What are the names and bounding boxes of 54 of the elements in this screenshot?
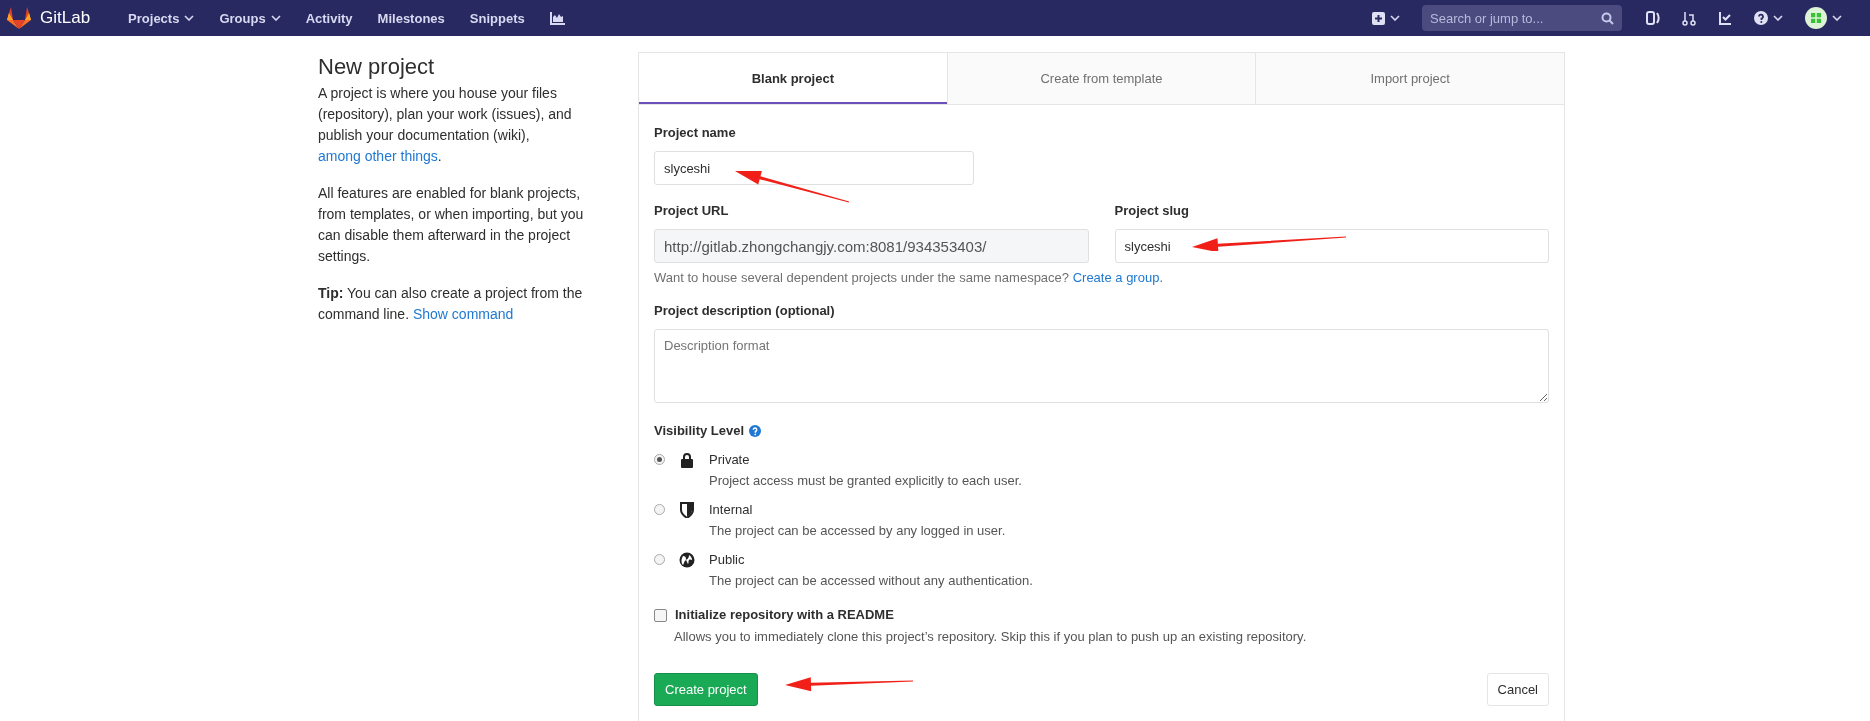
tip-paragraph: Tip: You can also create a project from the command line. Show command [318,284,584,324]
globe-icon [679,552,695,568]
merge-request-icon[interactable] [1682,10,1696,26]
cancel-button[interactable]: Cancel [1486,673,1549,706]
chart-icon[interactable] [549,11,565,25]
tab[interactable]: Blank project [639,53,947,104]
panel-icon[interactable] [1646,11,1660,25]
field-label: Project name [654,125,737,141]
radio-button[interactable] [654,554,665,565]
shield-icon [679,502,695,518]
help-icon[interactable] [1754,11,1768,25]
fox-logo-icon [6,6,32,30]
option-label: Public [709,551,746,568]
radio-button[interactable] [654,504,665,515]
nav-menu-item[interactable]: Activity [305,10,353,26]
checkbox[interactable] [654,608,667,622]
nav-menu-item[interactable]: Projects [128,10,195,26]
help-text: Want to house several dependent projects under the same namespace? Create a group. [654,270,1163,285]
project-name-field[interactable]: slyceshi [654,151,974,185]
nav-menu-item[interactable]: Snippets [469,10,525,26]
page-title: New project [318,56,436,77]
nav-menu-item[interactable]: Milestones [377,10,445,26]
todo-check-icon[interactable] [1718,11,1732,25]
among-other-things-link[interactable]: among other things [318,148,438,164]
gitlab-logo-link[interactable]: GitLab [6,6,91,30]
checkbox-description: Allows you to immediately clone this project’s repository. Skip this if you plan to push up an existing repository. [674,628,1308,645]
option-description: Project access must be granted explicitly to each user. [709,472,1022,489]
intro-paragraph: A project is where you house your files (repository), plan your work (issues), and publish your documentation (wiki), among other things. [318,84,573,166]
option-description: The project can be accessed without any authentication. [709,572,1033,589]
avatar-icon[interactable] [1805,7,1827,29]
features-paragraph: All features are enabled for blank projects, from templates, or when importing, but you can disable them afterward in the project settings. [318,184,585,266]
nav-menu-item[interactable]: Groups [219,10,281,26]
lock-icon [679,452,695,468]
description-field[interactable]: Description format [654,329,1549,403]
create-group-link[interactable]: Create a group. [1072,270,1163,285]
field-label: Visibility Level [654,423,745,439]
field-label: Project slug [1114,203,1190,219]
chevron-down-icon [1832,15,1842,21]
field-label: Project description (optional) [654,303,836,319]
option-description: The project can be accessed by any logged in user. [709,522,1006,539]
chevron-down-icon [1773,15,1783,21]
help-icon[interactable] [749,425,762,437]
show-command-link[interactable]: Show command [412,306,514,322]
project-slug-field[interactable]: slyceshi [1114,229,1549,263]
chevron-down-icon [1390,15,1400,21]
option-label: Internal [709,501,754,518]
plus-square-icon[interactable] [1372,11,1385,25]
radio-button[interactable] [654,454,665,465]
field-label: Project URL [654,203,730,219]
search-icon [1601,11,1614,25]
search-field[interactable]: Search or jump to... [1422,5,1622,31]
option-label: Private [709,451,751,468]
checkbox-label: Initialize repository with a README [675,607,894,623]
project-url-field[interactable]: http://gitlab.zhongchangjy.com:8081/934353403/ [654,229,1089,263]
